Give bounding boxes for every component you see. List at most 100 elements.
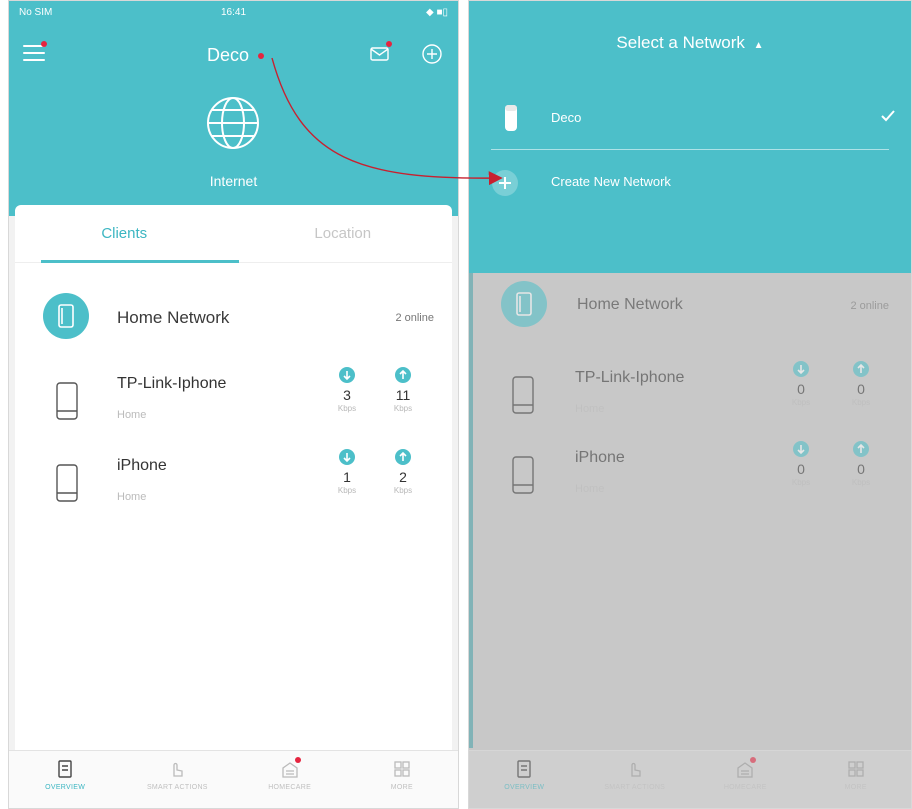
select-network-title[interactable]: Select a Network ▲ bbox=[469, 33, 911, 53]
client-name: iPhone bbox=[117, 457, 167, 474]
download-unit: Kbps bbox=[791, 478, 811, 487]
nav-overview: OVERVIEW bbox=[469, 751, 580, 808]
download-unit: Kbps bbox=[791, 398, 811, 407]
nav-more[interactable]: MORE bbox=[346, 751, 458, 808]
active-tab-indicator bbox=[41, 260, 239, 263]
nav-label: MORE bbox=[844, 784, 867, 791]
homecare-icon bbox=[735, 757, 757, 779]
online-count: 2 online bbox=[850, 300, 889, 312]
client-location: Home bbox=[117, 409, 147, 421]
nav-label: HOMECARE bbox=[723, 784, 767, 791]
upload-speed: 0 Kbps bbox=[841, 361, 881, 407]
download-value: 0 bbox=[797, 461, 805, 477]
upload-unit: Kbps bbox=[851, 398, 871, 407]
download-speed: 0 Kbps bbox=[781, 361, 821, 407]
title-marker-dot bbox=[258, 53, 265, 59]
clients-card: Clients Location Home Network 2 online T… bbox=[15, 205, 452, 750]
client-row: TP-Link-Iphone Home 0 Kbps 0 Kbps bbox=[469, 361, 911, 431]
network-name: Home Network bbox=[577, 296, 683, 313]
download-unit: Kbps bbox=[337, 486, 357, 495]
clock: 16:41 bbox=[220, 7, 247, 18]
upload-unit: Kbps bbox=[851, 478, 871, 487]
download-value: 0 bbox=[797, 381, 805, 397]
tab-bar: Clients Location bbox=[15, 205, 452, 263]
upload-value: 0 bbox=[857, 381, 865, 397]
nav-homecare: HOMECARE bbox=[690, 751, 801, 808]
mail-badge-dot bbox=[386, 41, 392, 47]
upload-arrow-icon bbox=[395, 449, 411, 465]
homecare-badge-dot bbox=[750, 757, 757, 763]
grid-icon bbox=[392, 759, 412, 779]
network-icon bbox=[501, 281, 547, 327]
deco-device-icon bbox=[497, 103, 523, 133]
client-row[interactable]: iPhone Home 1 Kbps 2 Kbps bbox=[15, 449, 452, 519]
app-header: No SIM 16:41 ◆ ■▯ Deco Internet bbox=[9, 1, 458, 216]
network-option-deco[interactable]: Deco bbox=[469, 87, 911, 149]
caret-up-icon: ▲ bbox=[753, 40, 764, 51]
network-name: Home Network bbox=[117, 308, 230, 327]
mail-icon[interactable] bbox=[369, 41, 392, 65]
client-name: TP-Link-Iphone bbox=[575, 369, 685, 386]
nav-label: HOMECARE bbox=[268, 784, 312, 791]
download-speed: 3 Kbps bbox=[327, 367, 367, 413]
phone-device-icon bbox=[511, 375, 535, 415]
nav-smart-actions: SMART ACTIONS bbox=[580, 751, 691, 808]
add-circle-icon bbox=[491, 169, 519, 197]
upload-value: 2 bbox=[399, 469, 407, 485]
client-location: Home bbox=[117, 491, 147, 503]
nav-label: MORE bbox=[390, 784, 413, 791]
client-location: Home bbox=[575, 403, 605, 415]
download-value: 1 bbox=[343, 469, 351, 485]
online-count: 2 online bbox=[395, 312, 434, 324]
divider bbox=[491, 149, 889, 150]
overview-icon bbox=[55, 759, 75, 779]
homecare-badge-dot bbox=[294, 757, 301, 763]
upload-arrow-icon bbox=[853, 441, 869, 457]
nav-overview[interactable]: OVERVIEW bbox=[9, 751, 121, 808]
nav-smart-actions[interactable]: SMART ACTIONS bbox=[121, 751, 233, 808]
client-location: Home bbox=[575, 483, 605, 495]
phone-device-icon bbox=[55, 463, 79, 503]
download-unit: Kbps bbox=[337, 404, 357, 413]
download-arrow-icon bbox=[793, 361, 809, 377]
home-network-row: Home Network 2 online bbox=[469, 273, 911, 333]
overview-icon bbox=[514, 759, 534, 779]
upload-unit: Kbps bbox=[393, 404, 413, 413]
globe-icon[interactable] bbox=[205, 95, 261, 151]
upload-value: 0 bbox=[857, 461, 865, 477]
nav-homecare[interactable]: HOMECARE bbox=[234, 751, 346, 808]
add-circle-icon[interactable] bbox=[421, 43, 443, 65]
upload-arrow-icon bbox=[395, 367, 411, 383]
tab-clients[interactable]: Clients bbox=[15, 205, 234, 263]
client-row: iPhone Home 0 Kbps 0 Kbps bbox=[469, 441, 911, 511]
download-speed: 1 Kbps bbox=[327, 449, 367, 495]
phone-device-icon bbox=[55, 381, 79, 421]
phone-device-icon bbox=[511, 455, 535, 495]
upload-speed: 0 Kbps bbox=[841, 441, 881, 487]
network-selector-dropdown: Select a Network ▲ Deco Create New Netwo… bbox=[469, 1, 911, 273]
network-option-label: Deco bbox=[551, 110, 582, 125]
nav-more: MORE bbox=[801, 751, 912, 808]
download-speed: 0 Kbps bbox=[781, 441, 821, 487]
bottom-nav: OVERVIEW SMART ACTIONS HOMECARE MORE bbox=[9, 750, 458, 808]
checkmark-icon bbox=[879, 107, 897, 125]
client-row[interactable]: TP-Link-Iphone Home 3 Kbps 11 Kbps bbox=[15, 367, 452, 437]
upload-speed: 11 Kbps bbox=[383, 367, 423, 413]
status-bar: No SIM 16:41 ◆ ■▯ bbox=[9, 1, 458, 25]
create-network-button[interactable]: Create New Network bbox=[469, 151, 911, 213]
nav-label: SMART ACTIONS bbox=[146, 784, 208, 791]
upload-value: 11 bbox=[395, 387, 411, 403]
download-arrow-icon bbox=[339, 367, 355, 383]
hand-icon bbox=[625, 759, 645, 779]
client-name: TP-Link-Iphone bbox=[117, 375, 227, 392]
create-network-label: Create New Network bbox=[551, 174, 671, 189]
client-name: iPhone bbox=[575, 449, 625, 466]
tab-location[interactable]: Location bbox=[234, 205, 453, 263]
download-value: 3 bbox=[343, 387, 351, 403]
download-arrow-icon bbox=[793, 441, 809, 457]
battery-indicator: ◆ ■▯ bbox=[425, 7, 448, 18]
phone-screen-right: Home Network 2 online TP-Link-Iphone Hom… bbox=[468, 0, 912, 809]
home-network-row[interactable]: Home Network 2 online bbox=[15, 285, 452, 345]
upload-unit: Kbps bbox=[393, 486, 413, 495]
hand-icon bbox=[167, 759, 187, 779]
